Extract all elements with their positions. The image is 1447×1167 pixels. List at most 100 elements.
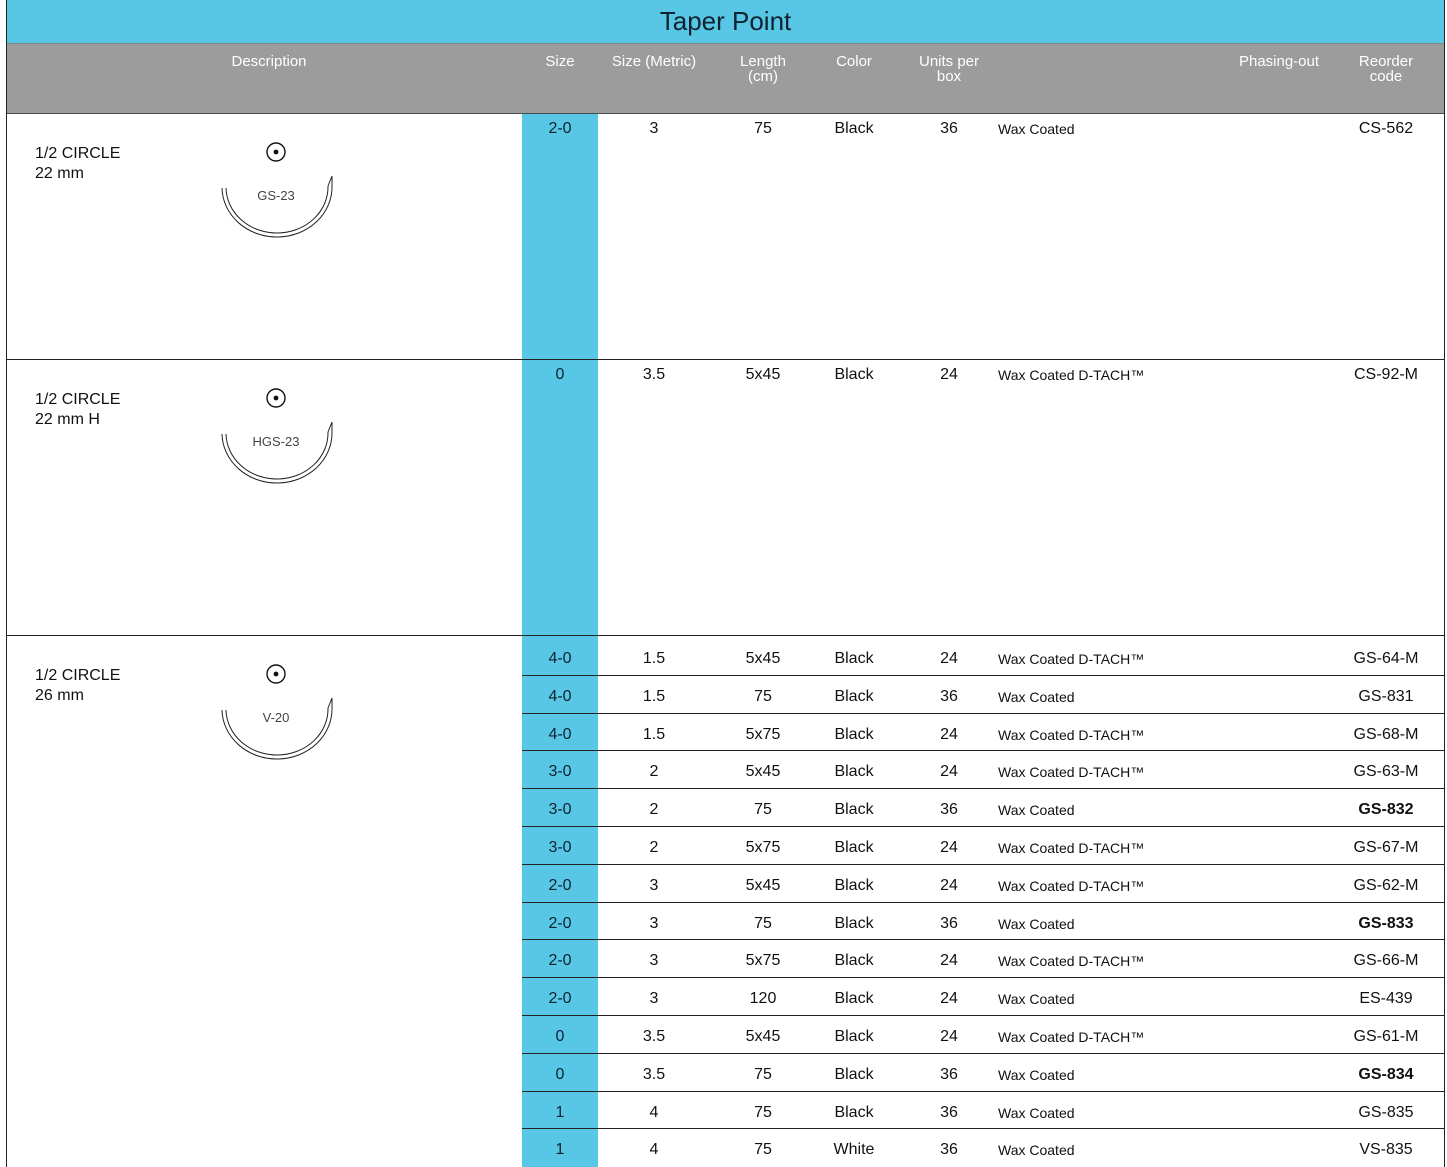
cell-size-metric: 2: [649, 801, 659, 818]
cell-size: 4-0: [548, 688, 572, 705]
row-separator: [522, 1091, 1444, 1092]
cell-length: 75: [754, 1141, 772, 1158]
cell-reorder-code: GS-833: [1358, 915, 1414, 932]
needle-diagram: HGS-23: [221, 388, 333, 484]
cell-size-metric: 3: [649, 877, 659, 894]
cell-length: 75: [754, 1066, 772, 1083]
cell-color: Black: [834, 366, 874, 383]
cell-size: 1: [555, 1141, 565, 1158]
row-separator: [522, 750, 1444, 751]
cell-coating: Wax Coated: [998, 1105, 1075, 1121]
row-separator: [522, 675, 1444, 676]
cell-reorder-code: VS-835: [1359, 1141, 1413, 1158]
cell-coating: Wax Coated: [998, 121, 1075, 137]
cell-size-metric: 3: [649, 120, 659, 137]
cell-color: Black: [834, 1028, 874, 1045]
cell-size: 0: [555, 366, 565, 383]
needle-diagram: GS-23: [221, 142, 333, 238]
row-separator: [522, 826, 1444, 827]
cell-length: 5x45: [745, 1028, 781, 1045]
row-separator: [522, 864, 1444, 865]
cell-size-metric: 2: [649, 839, 659, 856]
cell-length: 5x45: [745, 650, 781, 667]
cell-size-metric: 3: [649, 952, 659, 969]
needle-shape-label: 1/2 CIRCLE 22 mm H: [35, 391, 121, 428]
cell-reorder-code: GS-67-M: [1353, 839, 1419, 856]
cell-reorder-code: GS-66-M: [1353, 952, 1419, 969]
needle-shape-label: 1/2 CIRCLE 22 mm: [35, 145, 121, 182]
size-column-band: [522, 114, 598, 359]
header-description: Description: [231, 53, 307, 70]
cell-color: Black: [834, 915, 874, 932]
cell-reorder-code: GS-834: [1358, 1066, 1414, 1083]
cell-coating: Wax Coated D-TACH™: [998, 764, 1145, 780]
needle-diagram: V-20: [221, 664, 333, 760]
cell-size: 2-0: [548, 120, 572, 137]
cell-units-per-box: 24: [940, 650, 958, 667]
cell-reorder-code: CS-92-M: [1353, 366, 1419, 383]
cell-size-metric: 3.5: [642, 1066, 666, 1083]
cell-length: 5x75: [745, 839, 781, 856]
cell-color: Black: [834, 688, 874, 705]
cell-color: Black: [834, 990, 874, 1007]
cell-color: Black: [834, 801, 874, 818]
cell-units-per-box: 36: [940, 915, 958, 932]
half-circle-needle-icon: HGS-23: [212, 382, 352, 507]
cell-coating: Wax Coated D-TACH™: [998, 367, 1145, 383]
cell-size-metric: 4: [649, 1141, 659, 1158]
cell-color: Black: [834, 726, 874, 743]
needle-code-label: V-20: [263, 710, 290, 725]
cell-coating: Wax Coated D-TACH™: [998, 878, 1145, 894]
cell-units-per-box: 24: [940, 952, 958, 969]
cell-length: 75: [754, 915, 772, 932]
cell-reorder-code: CS-562: [1358, 120, 1414, 137]
cell-coating: Wax Coated: [998, 802, 1075, 818]
cell-units-per-box: 36: [940, 1141, 958, 1158]
cell-length: 5x45: [745, 763, 781, 780]
cell-size: 1: [555, 1104, 565, 1121]
cell-size: 3-0: [548, 763, 572, 780]
cell-units-per-box: 24: [940, 726, 958, 743]
section-divider: [7, 359, 1444, 360]
cell-coating: Wax Coated D-TACH™: [998, 953, 1145, 969]
cell-size: 2-0: [548, 877, 572, 894]
cell-size: 2-0: [548, 990, 572, 1007]
cell-size: 4-0: [548, 726, 572, 743]
cell-size-metric: 3: [649, 915, 659, 932]
cell-units-per-box: 24: [940, 366, 958, 383]
cell-coating: Wax Coated: [998, 991, 1075, 1007]
row-separator: [522, 1015, 1444, 1016]
cell-size-metric: 3: [649, 990, 659, 1007]
cell-coating: Wax Coated: [998, 1142, 1075, 1158]
header-reorder-code: Reorder code: [1358, 53, 1414, 85]
cell-color: White: [833, 1141, 875, 1158]
cell-reorder-code: GS-831: [1358, 688, 1414, 705]
cell-coating: Wax Coated: [998, 1067, 1075, 1083]
cell-color: Black: [834, 839, 874, 856]
row-separator: [522, 1053, 1444, 1054]
cell-length: 75: [754, 801, 772, 818]
needle-code-label: HGS-23: [253, 434, 300, 449]
cell-units-per-box: 36: [940, 1066, 958, 1083]
cell-size: 0: [555, 1066, 565, 1083]
cell-size-metric: 2: [649, 763, 659, 780]
cell-coating: Wax Coated: [998, 689, 1075, 705]
size-column-band: [522, 360, 598, 635]
cell-size-metric: 1.5: [642, 650, 666, 667]
row-separator: [522, 939, 1444, 940]
cell-coating: Wax Coated D-TACH™: [998, 1029, 1145, 1045]
row-separator: [522, 977, 1444, 978]
cell-length: 5x75: [745, 726, 781, 743]
cell-color: Black: [834, 1066, 874, 1083]
cell-length: 5x45: [745, 366, 781, 383]
cell-color: Black: [834, 877, 874, 894]
cell-size: 2-0: [548, 952, 572, 969]
header-units-per-box: Units per box: [918, 53, 980, 85]
cell-color: Black: [834, 763, 874, 780]
cell-units-per-box: 24: [940, 990, 958, 1007]
cell-units-per-box: 24: [940, 877, 958, 894]
cell-length: 120: [749, 990, 777, 1007]
column-header-row: Description Size Size (Metric) Length (c…: [7, 44, 1444, 114]
cell-coating: Wax Coated D-TACH™: [998, 651, 1145, 667]
cell-reorder-code: GS-835: [1358, 1104, 1414, 1121]
